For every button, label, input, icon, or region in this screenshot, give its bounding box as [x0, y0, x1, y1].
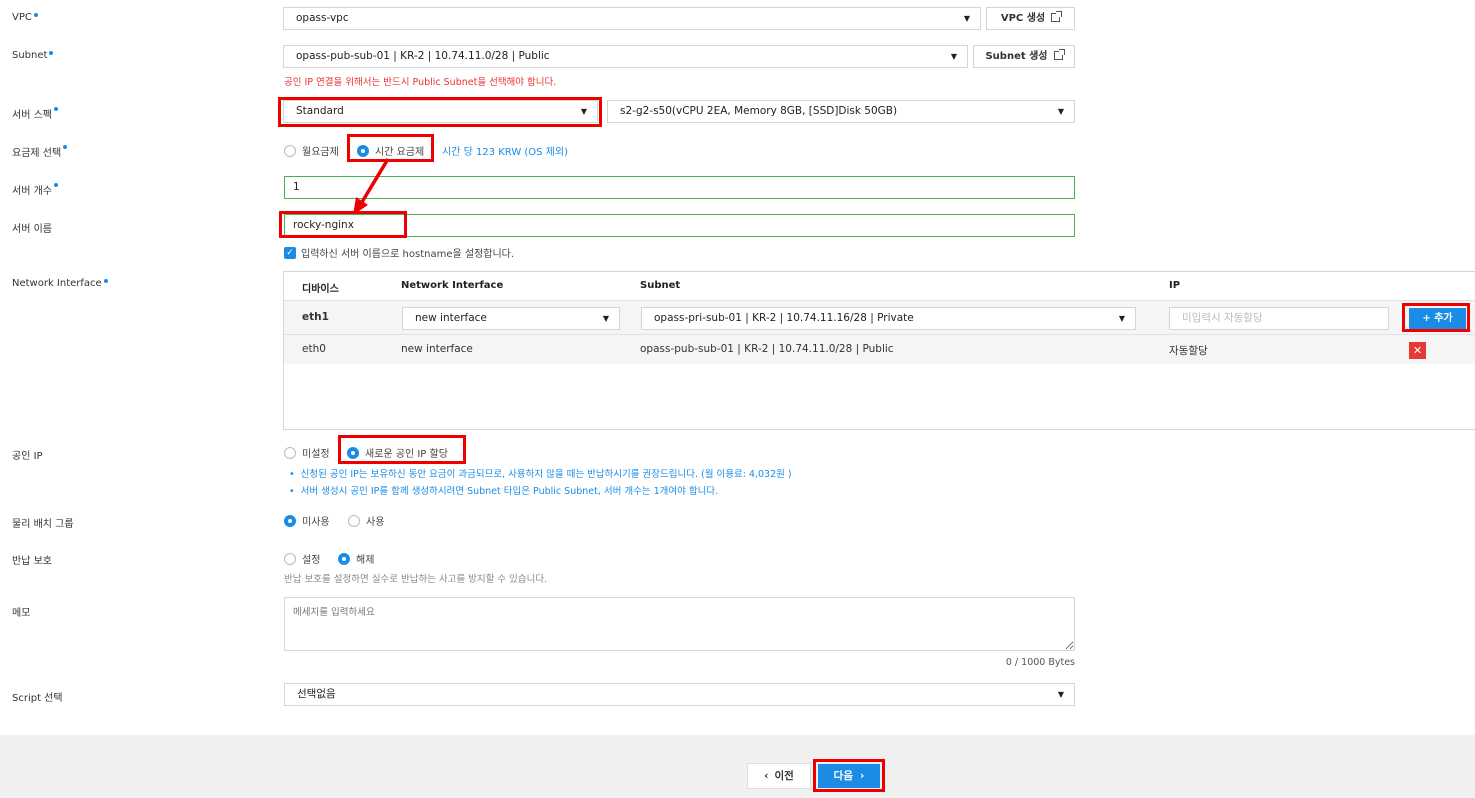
table-row: eth0 new interface opass-pub-sub-01 | KR… — [284, 335, 1475, 364]
highlight-box — [338, 435, 466, 464]
billing-monthly-radio[interactable]: 월요금제 — [284, 143, 339, 158]
checkmark-icon: ✓ — [284, 246, 296, 259]
placement-unused-radio[interactable]: 미사용 — [284, 513, 330, 528]
return-protection-note: 반납 보호를 설정하면 실수로 반납하는 사고를 방지할 수 있습니다. — [284, 574, 548, 585]
edit-row-device: eth1 — [302, 311, 329, 323]
chevron-left-icon: ‹ — [764, 770, 769, 782]
chevron-down-icon: ▼ — [963, 14, 970, 23]
script-select[interactable]: 선택없음 ▼ — [284, 683, 1075, 706]
vpc-select[interactable]: opass-vpc ▼ — [283, 7, 981, 30]
protection-off-radio[interactable]: 해제 — [338, 551, 374, 566]
external-link-icon — [1053, 49, 1065, 60]
public-ip-note: 신청된 공인 IP는 보유하신 동안 요금이 과금되므로, 사용하지 않을 때는… — [289, 466, 792, 480]
edit-row-subnet-select[interactable]: opass-pri-sub-01 | KR-2 | 10.74.11.16/28… — [641, 307, 1136, 330]
protection-on-radio[interactable]: 설정 — [284, 551, 320, 566]
edit-row-interface-select[interactable]: new interface ▼ — [402, 307, 620, 330]
col-subnet: Subnet — [640, 280, 681, 291]
chevron-down-icon: ▼ — [602, 314, 609, 323]
return-protection-label: 반납 보호 — [12, 556, 52, 567]
network-interface-table: 디바이스 Network Interface Subnet IP eth1 ne… — [283, 271, 1475, 430]
footer-bar: ‹ 이전 다음 › — [0, 735, 1475, 798]
highlight-box — [813, 759, 885, 792]
col-ip: IP — [1169, 280, 1181, 291]
billing-label: 요금제 선택 — [12, 144, 68, 159]
edit-row-ip-input[interactable]: 미입력시 자동할당 — [1169, 307, 1389, 330]
chevron-down-icon: ▼ — [1057, 107, 1064, 116]
subnet-label: Subnet — [12, 50, 54, 61]
billing-price-note: 시간 당 123 KRW (OS 제외) — [442, 147, 568, 158]
annotation-arrow-icon — [353, 158, 390, 215]
script-label: Script 선택 — [12, 693, 63, 704]
highlight-box — [278, 97, 602, 127]
col-interface: Network Interface — [401, 280, 504, 291]
chevron-down-icon: ▼ — [1057, 690, 1064, 699]
server-count-label: 서버 개수 — [12, 182, 58, 197]
memo-label: 메모 — [12, 608, 31, 619]
highlight-box — [279, 211, 407, 238]
highlight-box — [1402, 303, 1470, 332]
table-row: eth1 new interface ▼ opass-pri-sub-01 | K… — [284, 300, 1475, 335]
prev-button[interactable]: ‹ 이전 — [747, 763, 811, 789]
network-interface-label: Network Interface — [12, 278, 108, 289]
subnet-create-button[interactable]: Subnet 생성 — [973, 45, 1075, 68]
public-ip-label: 공인 IP — [12, 451, 43, 462]
hostname-checkbox[interactable]: ✓ 입력하신 서버 이름으로 hostname을 설정합니다. — [284, 245, 514, 260]
server-spec-select[interactable]: s2-g2-s50(vCPU 2EA, Memory 8GB, [SSD]Dis… — [607, 100, 1075, 123]
subnet-warning: 공인 IP 연결을 위해서는 반드시 Public Subnet을 선택해야 합… — [284, 77, 557, 88]
server-name-label: 서버 이름 — [12, 224, 52, 235]
public-ip-note: 서버 생성시 공인 IP를 함께 생성하시려면 Subnet 타입은 Publi… — [289, 483, 719, 497]
public-ip-none-radio[interactable]: 미설정 — [284, 445, 330, 460]
external-link-icon — [1051, 11, 1063, 22]
memo-counter: 0 / 1000 Bytes — [1005, 657, 1075, 668]
placement-group-label: 물리 배치 그룹 — [12, 519, 74, 530]
col-device: 디바이스 — [302, 284, 339, 295]
server-count-input[interactable]: 1 — [284, 176, 1075, 199]
vpc-label: VPC — [12, 12, 38, 23]
placement-used-radio[interactable]: 사용 — [348, 513, 384, 528]
server-spec-label: 서버 스펙 — [12, 106, 58, 121]
delete-row-icon[interactable]: ✕ — [1409, 342, 1426, 359]
subnet-select[interactable]: opass-pub-sub-01 | KR-2 | 10.74.11.0/28 … — [283, 45, 968, 68]
chevron-down-icon: ▼ — [1118, 314, 1125, 323]
memo-textarea[interactable] — [284, 597, 1075, 651]
vpc-create-button[interactable]: VPC 생성 — [986, 7, 1075, 30]
chevron-down-icon: ▼ — [950, 52, 957, 61]
